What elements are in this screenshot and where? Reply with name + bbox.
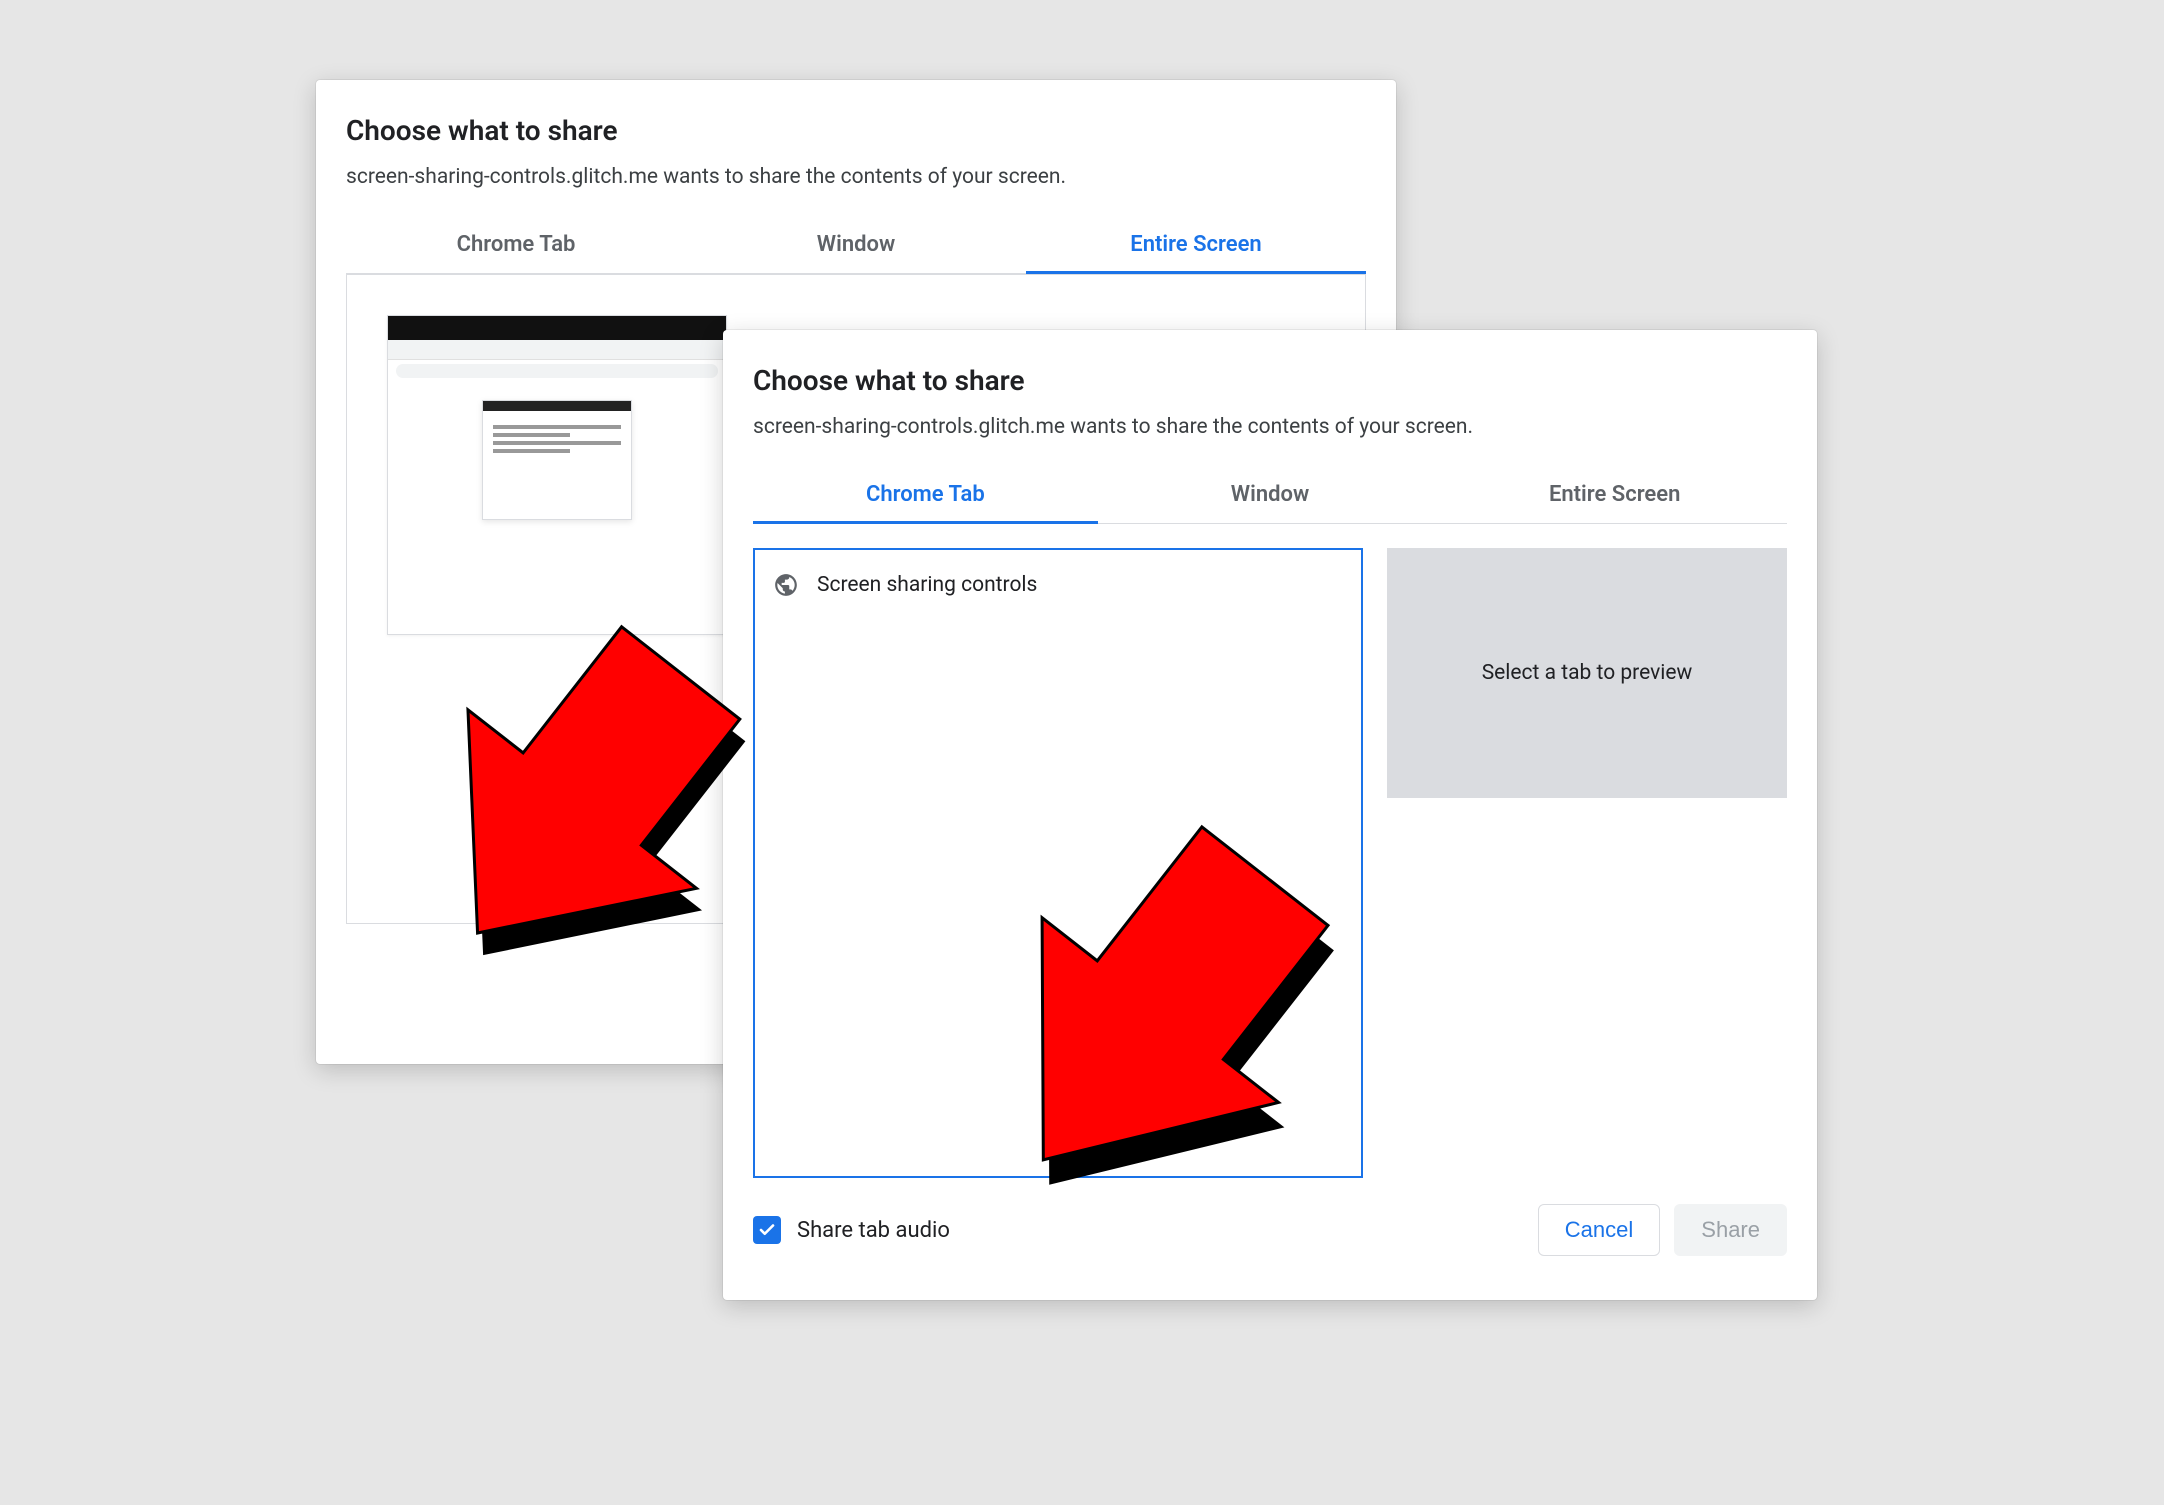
- share-audio-label: Share tab audio: [797, 1218, 950, 1243]
- tab-list[interactable]: Screen sharing controls: [753, 548, 1363, 1178]
- tabs: Chrome Tab Window Entire Screen: [346, 217, 1366, 274]
- cancel-button[interactable]: Cancel: [1538, 1204, 1660, 1256]
- tab-entire-screen[interactable]: Entire Screen: [1026, 218, 1366, 274]
- tab-list-item[interactable]: Screen sharing controls: [771, 568, 1345, 602]
- dialog-title: Choose what to share: [753, 364, 1787, 397]
- dialog-subtitle: screen-sharing-controls.glitch.me wants …: [753, 415, 1787, 439]
- tab-chrome-tab[interactable]: Chrome Tab: [753, 468, 1098, 524]
- dialog-subtitle: screen-sharing-controls.glitch.me wants …: [346, 165, 1366, 189]
- share-button: Share: [1674, 1204, 1787, 1256]
- tab-entire-screen[interactable]: Entire Screen: [1442, 468, 1787, 524]
- dialog-title: Choose what to share: [346, 114, 1366, 147]
- globe-icon: [773, 572, 799, 598]
- screen-thumbnail[interactable]: [387, 315, 727, 635]
- tab-list-item-label: Screen sharing controls: [817, 573, 1037, 597]
- preview-placeholder: Select a tab to preview: [1387, 548, 1787, 798]
- tab-window[interactable]: Window: [686, 218, 1026, 274]
- tab-window[interactable]: Window: [1098, 468, 1443, 524]
- tab-chrome-tab[interactable]: Chrome Tab: [346, 218, 686, 274]
- share-audio-checkbox[interactable]: [753, 1216, 781, 1244]
- share-audio-row[interactable]: Share tab audio: [753, 1216, 950, 1244]
- share-dialog-chrome-tab: Choose what to share screen-sharing-cont…: [723, 330, 1817, 1300]
- tabs: Chrome Tab Window Entire Screen: [753, 467, 1787, 524]
